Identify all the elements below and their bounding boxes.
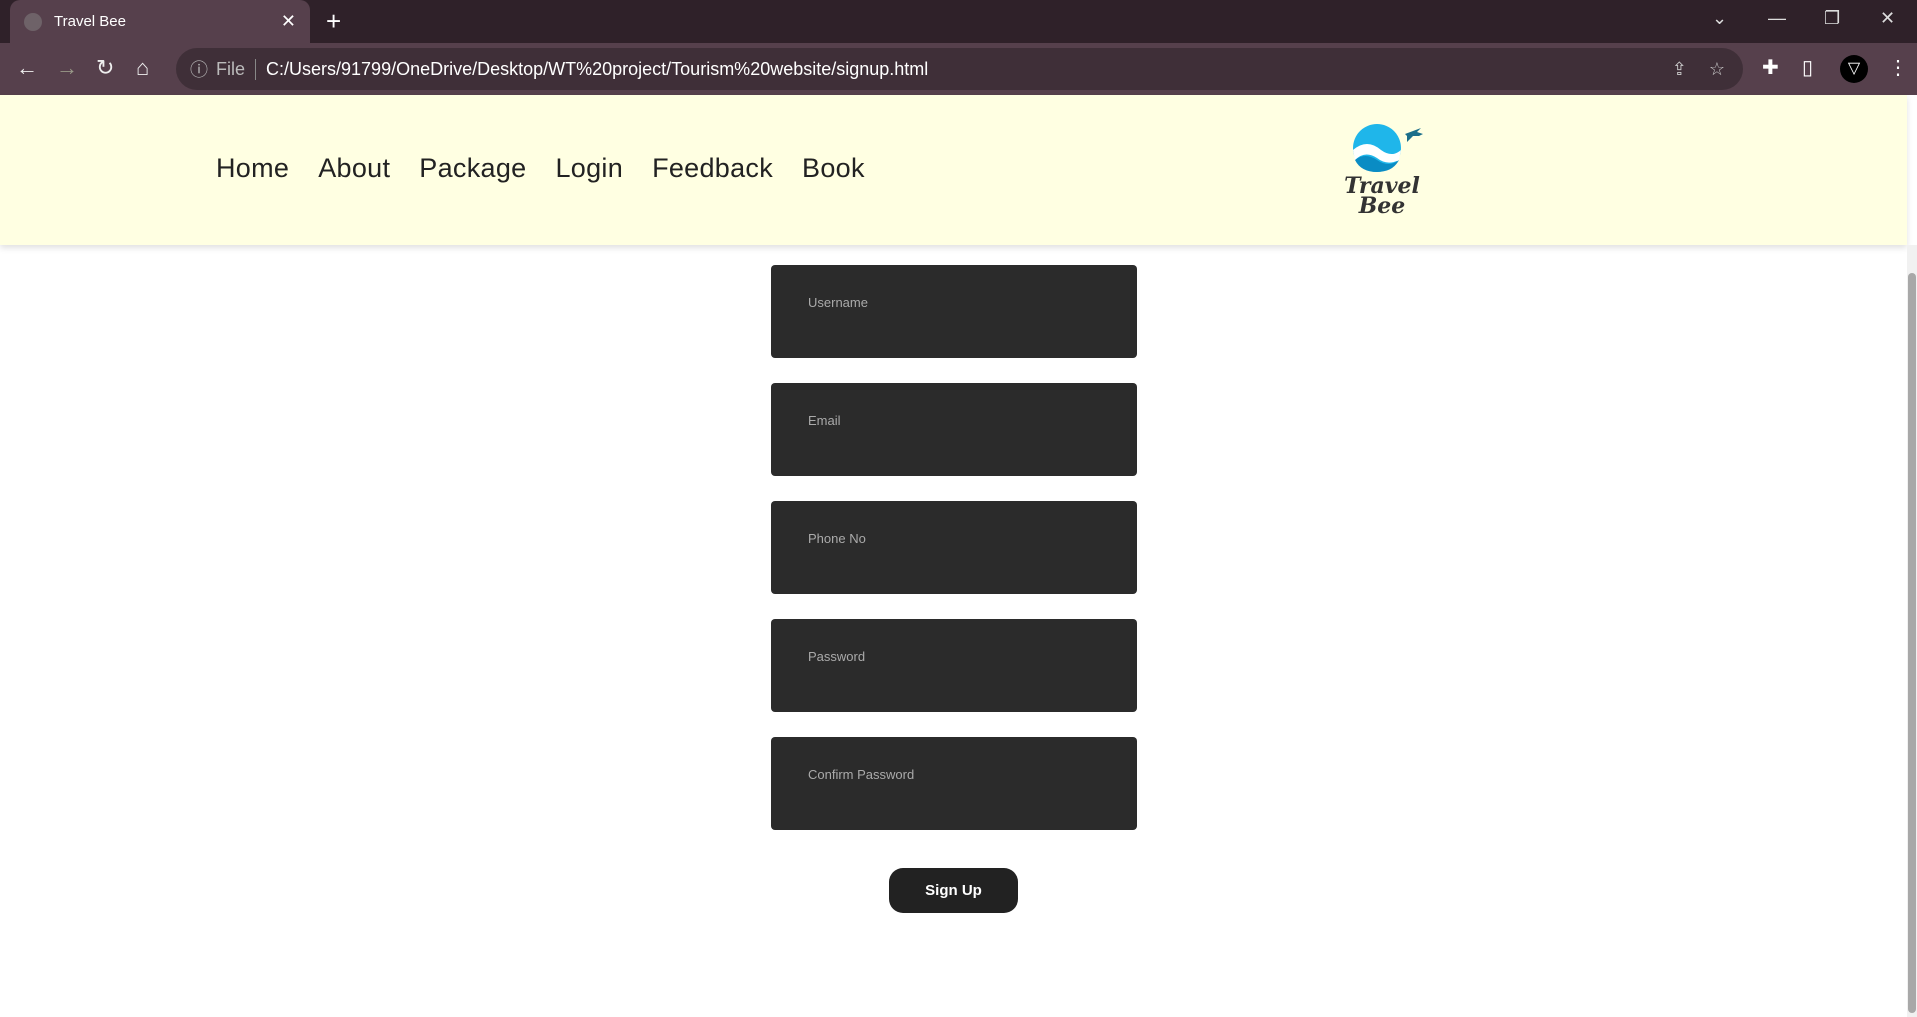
browser-tab-bar: Travel Bee ✕ + ⌄ — ❐ ✕ (0, 0, 1917, 43)
browser-toolbar: ← → ↻ ⌂ ⓘ File C:/Users/91799/OneDrive/D… (0, 43, 1917, 95)
scrollbar-thumb[interactable] (1908, 273, 1916, 1013)
main-nav: Home About Package Login Feedback Book (216, 153, 865, 184)
minimize-button[interactable]: — (1768, 8, 1786, 29)
nav-package[interactable]: Package (419, 153, 526, 184)
username-input[interactable]: Username (771, 265, 1137, 358)
tab-search-icon[interactable]: ⌄ (1712, 8, 1727, 29)
close-tab-icon[interactable]: ✕ (281, 11, 296, 32)
globe-icon (24, 12, 42, 31)
nav-login[interactable]: Login (555, 153, 623, 184)
restore-button[interactable]: ❐ (1824, 8, 1840, 29)
share-icon[interactable]: ⇪ (1672, 59, 1687, 80)
profile-icon[interactable]: ▽ (1840, 55, 1868, 83)
back-icon[interactable]: ← (16, 55, 38, 81)
nav-home[interactable]: Home (216, 153, 289, 184)
airplane-icon (1405, 128, 1423, 142)
browser-tab[interactable]: Travel Bee ✕ (10, 0, 310, 43)
info-icon[interactable]: ⓘ (190, 56, 208, 82)
reload-icon[interactable]: ↻ (96, 55, 114, 81)
menu-icon[interactable]: ⋮ (1888, 55, 1908, 80)
new-tab-button[interactable]: + (326, 6, 341, 37)
nav-book[interactable]: Book (802, 153, 865, 184)
side-panel-icon[interactable]: ▯ (1802, 55, 1813, 80)
confirm-password-input[interactable]: Confirm Password (771, 737, 1137, 830)
close-window-button[interactable]: ✕ (1880, 8, 1895, 29)
site-header: Home About Package Login Feedback Book T… (0, 95, 1907, 245)
nav-feedback[interactable]: Feedback (652, 153, 773, 184)
email-input[interactable]: Email (771, 383, 1137, 476)
nav-about[interactable]: About (318, 153, 390, 184)
scrollbar[interactable] (1907, 245, 1917, 1017)
svg-text:Bee: Bee (1358, 193, 1406, 219)
signup-form: Username Email Phone No Password Confirm… (771, 265, 1137, 855)
forward-icon[interactable]: → (56, 55, 78, 81)
phone-input[interactable]: Phone No (771, 501, 1137, 594)
extensions-icon[interactable]: ✚ (1762, 55, 1779, 80)
star-icon[interactable]: ☆ (1709, 59, 1725, 80)
address-bar[interactable]: ⓘ File C:/Users/91799/OneDrive/Desktop/W… (176, 48, 1743, 90)
password-input[interactable]: Password (771, 619, 1137, 712)
url-text[interactable]: C:/Users/91799/OneDrive/Desktop/WT%20pro… (266, 59, 928, 80)
sign-up-button[interactable]: Sign Up (889, 868, 1018, 913)
address-prefix: File (216, 58, 257, 80)
home-icon[interactable]: ⌂ (136, 55, 149, 81)
travel-bee-logo: Travel Bee (1344, 124, 1423, 219)
tab-title: Travel Bee (54, 13, 126, 30)
